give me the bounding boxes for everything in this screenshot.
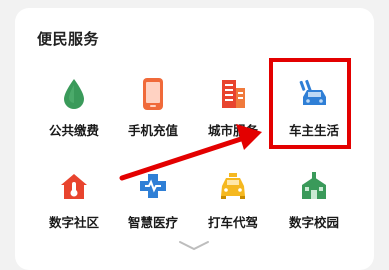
service-digital-campus[interactable]: 数字校园 [276,162,352,238]
service-taxi[interactable]: 打车代驾 [195,162,271,238]
service-label: 公共缴费 [48,123,99,138]
phone-icon [135,76,171,112]
home-thermometer-icon [56,168,92,204]
service-label: 数字社区 [48,215,99,230]
water-drop-icon [56,76,92,112]
service-digital-community[interactable]: 数字社区 [36,162,112,238]
school-icon [296,168,332,204]
service-label: 城市服务 [207,123,258,138]
service-label: 手机充值 [127,123,178,138]
service-phone-recharge[interactable]: 手机充值 [115,70,191,146]
taxi-icon [215,168,251,204]
expand-chevron-icon[interactable] [177,238,211,252]
service-label: 数字校园 [288,215,339,230]
service-label: 打车代驾 [207,215,258,230]
section-title: 便民服务 [37,30,100,48]
service-public-payment[interactable]: 公共缴费 [36,70,112,146]
service-smart-medical[interactable]: 智慧医疗 [115,162,191,238]
medical-cross-icon [135,168,171,204]
highlight-box [269,58,351,149]
service-label: 智慧医疗 [127,215,178,230]
service-city[interactable]: 城市服务 [195,70,271,146]
building-icon [215,76,251,112]
